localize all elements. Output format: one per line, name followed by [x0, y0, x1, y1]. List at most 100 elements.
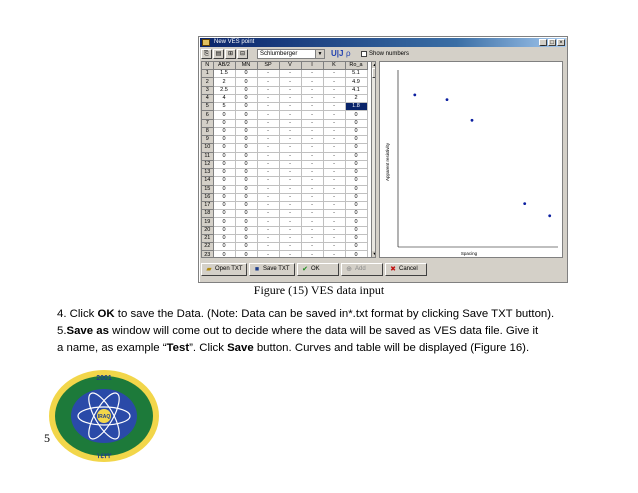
- table-cell[interactable]: -: [301, 168, 324, 178]
- table-cell[interactable]: 2: [345, 94, 368, 104]
- table-cell[interactable]: 0: [235, 152, 258, 161]
- table-cell[interactable]: -: [279, 226, 302, 235]
- table-cell[interactable]: 0: [213, 234, 236, 244]
- table-cell[interactable]: -: [279, 201, 302, 211]
- table-row[interactable]: 19 0 0- - - -0: [202, 217, 368, 227]
- table-cell[interactable]: 4.9: [345, 77, 368, 87]
- table-cell[interactable]: -: [279, 185, 302, 194]
- table-cell[interactable]: 0: [235, 160, 258, 170]
- column-header[interactable]: Ro_a: [345, 62, 368, 71]
- table-row[interactable]: 14 0 0- - - -0: [202, 176, 368, 186]
- table-cell[interactable]: 0: [345, 119, 368, 128]
- table-cell[interactable]: 0: [213, 160, 236, 170]
- table-cell[interactable]: 0: [345, 185, 368, 194]
- open-txt-button[interactable]: ▰ Open TXT: [201, 263, 247, 276]
- table-cell[interactable]: -: [301, 201, 324, 211]
- save-txt-button[interactable]: ■ Save TXT: [249, 263, 295, 276]
- row-number-cell[interactable]: 14: [202, 176, 214, 186]
- table-row[interactable]: 17 0 0- - - -0: [202, 201, 368, 211]
- window-titlebar[interactable]: New VES point _ □ ×: [200, 38, 566, 47]
- table-cell[interactable]: 0: [213, 250, 236, 257]
- table-cell[interactable]: -: [323, 77, 346, 87]
- table-cell[interactable]: 0: [235, 176, 258, 186]
- table-cell[interactable]: -: [323, 127, 346, 137]
- table-cell[interactable]: -: [301, 193, 324, 202]
- table-row[interactable]: 15 0 0- - - -0: [202, 185, 368, 194]
- ok-button[interactable]: ✔ OK: [297, 263, 339, 276]
- row-number-cell[interactable]: 8: [202, 127, 214, 137]
- maximize-button[interactable]: □: [548, 39, 556, 46]
- table-row[interactable]: 11 0 0- - - -0: [202, 152, 368, 161]
- row-number-cell[interactable]: 13: [202, 168, 214, 178]
- delete-row-icon[interactable]: ⊟: [237, 49, 248, 59]
- table-cell[interactable]: -: [323, 69, 346, 79]
- table-cell[interactable]: 0: [345, 201, 368, 211]
- table-cell[interactable]: 0: [235, 127, 258, 137]
- table-cell[interactable]: -: [323, 250, 346, 257]
- uj-mode-button[interactable]: U|J: [331, 49, 343, 59]
- row-number-cell[interactable]: 21: [202, 234, 214, 244]
- table-cell[interactable]: -: [279, 77, 302, 87]
- table-cell[interactable]: 0: [345, 234, 368, 244]
- table-cell[interactable]: 0: [213, 110, 236, 120]
- table-cell[interactable]: -: [323, 185, 346, 194]
- table-cell[interactable]: 0: [345, 209, 368, 219]
- table-cell[interactable]: -: [279, 110, 302, 120]
- table-cell[interactable]: 0: [213, 176, 236, 186]
- table-cell[interactable]: -: [257, 201, 280, 211]
- table-cell[interactable]: -: [257, 226, 280, 235]
- paste-icon[interactable]: ▤: [213, 49, 224, 59]
- table-cell[interactable]: -: [257, 119, 280, 128]
- table-cell[interactable]: -: [301, 234, 324, 244]
- table-cell[interactable]: 0: [213, 242, 236, 252]
- table-row[interactable]: 1 1.5 0- - - -5.1: [202, 69, 368, 79]
- table-cell[interactable]: -: [279, 69, 302, 79]
- table-cell[interactable]: 0: [235, 143, 258, 153]
- table-cell[interactable]: -: [257, 143, 280, 153]
- table-cell[interactable]: 0: [235, 119, 258, 128]
- table-row[interactable]: 13 0 0- - - -0: [202, 168, 368, 178]
- table-cell[interactable]: 2: [213, 77, 236, 87]
- table-cell[interactable]: -: [323, 242, 346, 252]
- table-cell[interactable]: -: [279, 102, 302, 112]
- table-cell[interactable]: -: [257, 152, 280, 161]
- table-cell[interactable]: 0: [213, 226, 236, 235]
- table-cell[interactable]: 4.1: [345, 86, 368, 95]
- row-number-cell[interactable]: 9: [202, 135, 214, 145]
- table-cell[interactable]: -: [257, 135, 280, 145]
- table-cell[interactable]: -: [279, 250, 302, 257]
- table-cell[interactable]: 0: [345, 135, 368, 145]
- table-cell[interactable]: -: [301, 77, 324, 87]
- table-row[interactable]: 22 0 0- - - -0: [202, 242, 368, 252]
- table-cell[interactable]: -: [279, 217, 302, 227]
- table-cell[interactable]: -: [301, 69, 324, 79]
- table-cell[interactable]: 2.5: [213, 86, 236, 95]
- table-row[interactable]: 21 0 0- - - -0: [202, 234, 368, 244]
- row-number-cell[interactable]: 10: [202, 143, 214, 153]
- table-cell[interactable]: -: [279, 86, 302, 95]
- row-number-cell[interactable]: 18: [202, 209, 214, 219]
- row-number-cell[interactable]: 17: [202, 201, 214, 211]
- table-cell[interactable]: 0: [235, 234, 258, 244]
- rho-mode-button[interactable]: ρ: [346, 49, 351, 59]
- table-cell[interactable]: -: [279, 152, 302, 161]
- table-cell[interactable]: -: [323, 226, 346, 235]
- table-cell[interactable]: -: [279, 94, 302, 104]
- table-cell[interactable]: -: [257, 193, 280, 202]
- table-cell[interactable]: -: [257, 127, 280, 137]
- table-cell[interactable]: -: [257, 110, 280, 120]
- table-cell[interactable]: 0: [235, 86, 258, 95]
- table-cell[interactable]: -: [257, 185, 280, 194]
- table-cell[interactable]: -: [279, 209, 302, 219]
- table-cell[interactable]: 0: [235, 209, 258, 219]
- table-cell[interactable]: 0: [345, 217, 368, 227]
- array-type-select[interactable]: Schlumberger ▼: [257, 49, 325, 59]
- table-cell[interactable]: 0: [345, 160, 368, 170]
- table-cell[interactable]: -: [301, 143, 324, 153]
- row-number-cell[interactable]: 3: [202, 86, 214, 95]
- close-button[interactable]: ×: [557, 39, 565, 46]
- add-button[interactable]: ⊕ Add: [341, 263, 383, 276]
- table-cell[interactable]: 1.5: [213, 69, 236, 79]
- scroll-down-icon[interactable]: ▼: [372, 251, 375, 257]
- table-cell[interactable]: -: [301, 217, 324, 227]
